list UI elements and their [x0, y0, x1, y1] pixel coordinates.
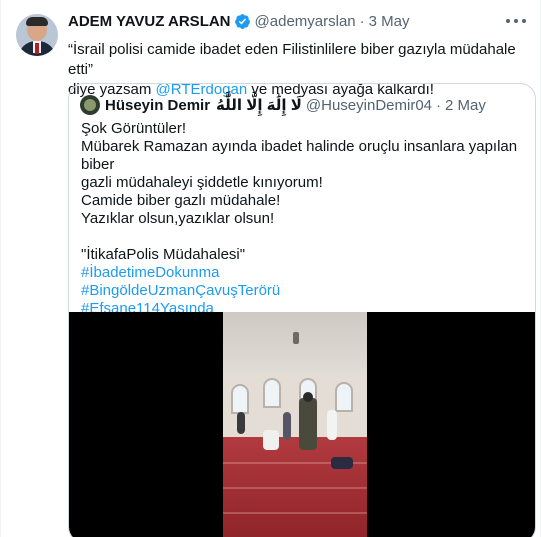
- hashtag-link[interactable]: #BingöldeUzmanÇavuşTerörü: [81, 282, 525, 300]
- author-avatar[interactable]: [16, 14, 58, 56]
- quoted-tweet-header: Hüseyin Demir لَا إِلَٰهَ إِلَّا اللَّٰهُ…: [105, 96, 486, 115]
- hashtag-link[interactable]: #İbadetimeDokunma: [81, 264, 525, 282]
- quoted-line: gazli müdahaleyi şiddetle kınıyorum!: [81, 174, 323, 191]
- tweet-header: ADEM YAVUZ ARSLAN @ademyarslan · 3 May: [68, 13, 410, 30]
- verified-badge-icon: [234, 14, 250, 29]
- quoted-author-avatar[interactable]: [80, 95, 100, 115]
- tweet-text-line: “İsrail polisi camide ibadet eden Filist…: [68, 41, 516, 78]
- author-handle[interactable]: @ademyarslan: [255, 13, 356, 30]
- quoted-hashtag-line: "İtikafaPolis Müdahalesi": [81, 246, 246, 263]
- quoted-line: Şok Görüntüler!: [81, 120, 187, 137]
- more-horizontal-icon[interactable]: [506, 14, 526, 28]
- quoted-author-name-text: Hüseyin Demir: [105, 97, 211, 114]
- quoted-author-arabic: لَا إِلَٰهَ إِلَّا اللَّٰهُ: [216, 97, 302, 114]
- quoted-line: Yazıklar olsun,yazıklar olsun!: [81, 210, 275, 227]
- quoted-tweet[interactable]: Hüseyin Demir لَا إِلَٰهَ إِلَّا اللَّٰهُ…: [68, 83, 536, 537]
- quoted-tweet-text: Şok Görüntüler! Mübarek Ramazan ayında i…: [81, 120, 525, 318]
- author-name[interactable]: ADEM YAVUZ ARSLAN: [68, 13, 231, 30]
- quoted-line: Mübarek Ramazan ayında ibadet halinde or…: [81, 138, 518, 173]
- quoted-author-name[interactable]: Hüseyin Demir لَا إِلَٰهَ إِلَّا اللَّٰهُ: [105, 96, 302, 114]
- separator: ·: [436, 96, 442, 114]
- tweet-date[interactable]: 3 May: [369, 13, 410, 30]
- video-thumbnail: [223, 312, 367, 537]
- video-player[interactable]: [69, 312, 535, 537]
- quoted-author-handle[interactable]: @HuseyinDemir04: [306, 97, 432, 114]
- separator: ·: [359, 13, 365, 30]
- quoted-tweet-date[interactable]: 2 May: [445, 97, 486, 114]
- quoted-line: Camide biber gazlı müdahale!: [81, 192, 281, 209]
